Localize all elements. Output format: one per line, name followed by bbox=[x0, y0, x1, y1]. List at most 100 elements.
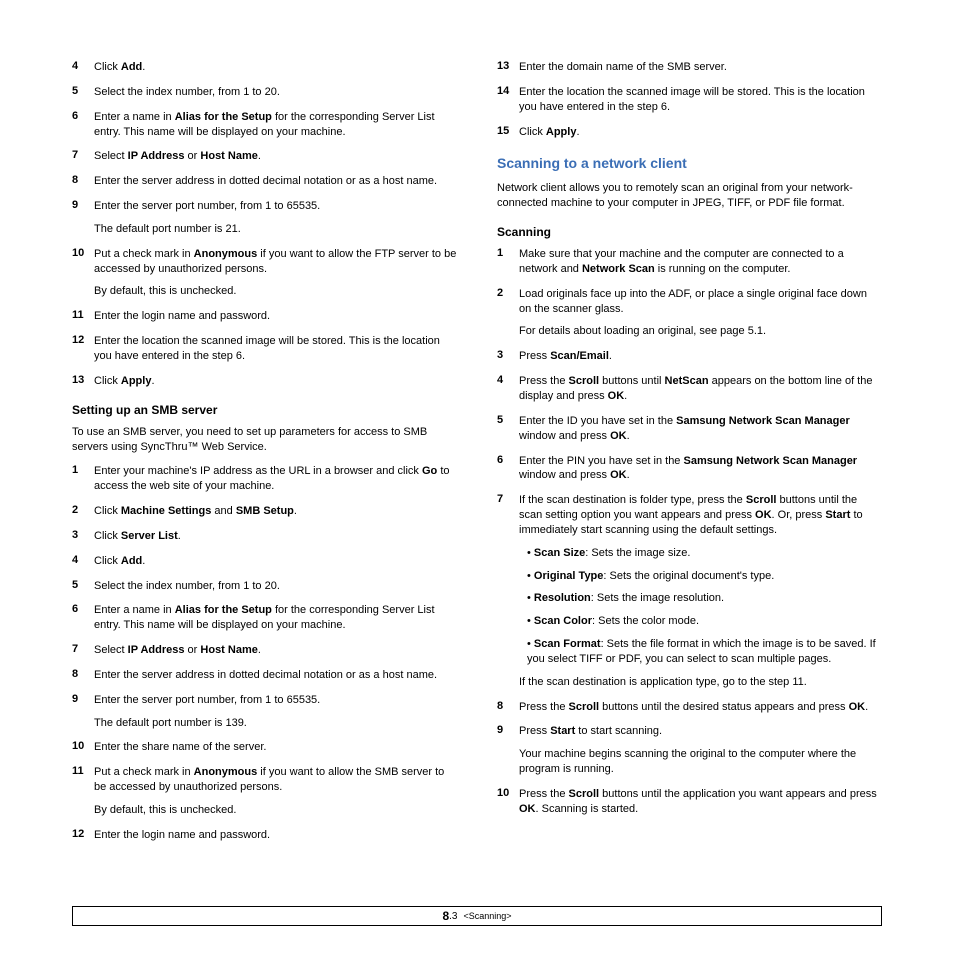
step-item: 10Press the Scroll buttons until the app… bbox=[497, 787, 882, 817]
step-number: 9 bbox=[497, 724, 519, 777]
step-text: Press Scan/Email. bbox=[519, 349, 882, 364]
step-item: 8Enter the server address in dotted deci… bbox=[72, 668, 457, 683]
step-item: 12Enter the login name and password. bbox=[72, 828, 457, 843]
step-text: Press the Scroll buttons until NetScan a… bbox=[519, 374, 882, 404]
page-number-major: 8 bbox=[442, 909, 449, 923]
step-number: 1 bbox=[72, 464, 94, 494]
step-item: 7Select IP Address or Host Name. bbox=[72, 643, 457, 658]
step-text: Enter a name in Alias for the Setup for … bbox=[94, 110, 457, 140]
step-item: 13Enter the domain name of the SMB serve… bbox=[497, 60, 882, 75]
step-text: Enter the location the scanned image wil… bbox=[519, 85, 882, 115]
step-text: Enter the share name of the server. bbox=[94, 740, 457, 755]
step-item: 3Press Scan/Email. bbox=[497, 349, 882, 364]
step-item: 7Select IP Address or Host Name. bbox=[72, 149, 457, 164]
step-number: 6 bbox=[72, 603, 94, 633]
step-item: 15Click Apply. bbox=[497, 125, 882, 140]
step-number: 4 bbox=[72, 60, 94, 75]
bullet-item: Scan Color: Sets the color mode. bbox=[519, 614, 882, 629]
step-number: 8 bbox=[72, 174, 94, 189]
step-text: Enter the server address in dotted decim… bbox=[94, 174, 457, 189]
step-number: 2 bbox=[497, 287, 519, 340]
step-text: Enter the location the scanned image wil… bbox=[94, 334, 457, 364]
step-text: Press the Scroll buttons until the appli… bbox=[519, 787, 882, 817]
step-item: 2Load originals face up into the ADF, or… bbox=[497, 287, 882, 340]
step-subtext: The default port number is 139. bbox=[94, 716, 457, 731]
step-item: 3Click Server List. bbox=[72, 529, 457, 544]
step-text: Enter the login name and password. bbox=[94, 828, 457, 843]
page-footer: 8.3 <Scanning> bbox=[72, 906, 882, 926]
scanning-steps: 1Make sure that your machine and the com… bbox=[497, 247, 882, 817]
right-column: 13Enter the domain name of the SMB serve… bbox=[497, 60, 882, 853]
step-text: Press the Scroll buttons until the desir… bbox=[519, 700, 882, 715]
chapter-label: <Scanning> bbox=[463, 911, 511, 921]
step-number: 15 bbox=[497, 125, 519, 140]
step-item: 9Enter the server port number, from 1 to… bbox=[72, 199, 457, 237]
step-item: 8Enter the server address in dotted deci… bbox=[72, 174, 457, 189]
step-number: 13 bbox=[72, 374, 94, 389]
step-number: 6 bbox=[497, 454, 519, 484]
step-text: Select IP Address or Host Name. bbox=[94, 643, 457, 658]
step-item: 2Click Machine Settings and SMB Setup. bbox=[72, 504, 457, 519]
step-item: 6Enter a name in Alias for the Setup for… bbox=[72, 110, 457, 140]
step-number: 6 bbox=[72, 110, 94, 140]
step-text: Put a check mark in Anonymous if you wan… bbox=[94, 765, 457, 818]
step-item: 6Enter the PIN you have set in the Samsu… bbox=[497, 454, 882, 484]
step-item: 4Click Add. bbox=[72, 60, 457, 75]
step-number: 2 bbox=[72, 504, 94, 519]
bullet-item: Scan Format: Sets the file format in whi… bbox=[519, 637, 882, 667]
step-number: 12 bbox=[72, 828, 94, 843]
step-text: Enter the server port number, from 1 to … bbox=[94, 693, 457, 731]
step-text: Click Server List. bbox=[94, 529, 457, 544]
step-text: Click Machine Settings and SMB Setup. bbox=[94, 504, 457, 519]
step-number: 9 bbox=[72, 693, 94, 731]
smb-heading: Setting up an SMB server bbox=[72, 403, 457, 417]
step-item: 10Put a check mark in Anonymous if you w… bbox=[72, 247, 457, 300]
step-number: 5 bbox=[72, 579, 94, 594]
step-subtext: If the scan destination is application t… bbox=[519, 675, 882, 690]
step-text: Click Apply. bbox=[519, 125, 882, 140]
step-item: 4Click Add. bbox=[72, 554, 457, 569]
step-number: 12 bbox=[72, 334, 94, 364]
step-subtext: By default, this is unchecked. bbox=[94, 803, 457, 818]
step-item: 5Enter the ID you have set in the Samsun… bbox=[497, 414, 882, 444]
step-number: 7 bbox=[497, 493, 519, 689]
step-item: 5Select the index number, from 1 to 20. bbox=[72, 579, 457, 594]
step-number: 13 bbox=[497, 60, 519, 75]
network-client-heading: Scanning to a network client bbox=[497, 155, 882, 171]
step-item: 10Enter the share name of the server. bbox=[72, 740, 457, 755]
step-text: Enter your machine's IP address as the U… bbox=[94, 464, 457, 494]
step-number: 5 bbox=[72, 85, 94, 100]
step-number: 8 bbox=[497, 700, 519, 715]
step-number: 10 bbox=[497, 787, 519, 817]
step-number: 5 bbox=[497, 414, 519, 444]
step-number: 11 bbox=[72, 309, 94, 324]
step-text: Click Add. bbox=[94, 60, 457, 75]
step-text: Select IP Address or Host Name. bbox=[94, 149, 457, 164]
step-item: 4Press the Scroll buttons until NetScan … bbox=[497, 374, 882, 404]
step-item: 11Enter the login name and password. bbox=[72, 309, 457, 324]
step-number: 11 bbox=[72, 765, 94, 818]
step-number: 4 bbox=[497, 374, 519, 404]
step-number: 10 bbox=[72, 247, 94, 300]
step-item: 12Enter the location the scanned image w… bbox=[72, 334, 457, 364]
step-item: 9Press Start to start scanning.Your mach… bbox=[497, 724, 882, 777]
step-subtext: Your machine begins scanning the origina… bbox=[519, 747, 882, 777]
step-number: 7 bbox=[72, 149, 94, 164]
step-bullets: Scan Size: Sets the image size.Original … bbox=[519, 546, 882, 667]
step-text: Select the index number, from 1 to 20. bbox=[94, 85, 457, 100]
bullet-item: Original Type: Sets the original documen… bbox=[519, 569, 882, 584]
step-text: Enter the server address in dotted decim… bbox=[94, 668, 457, 683]
step-number: 4 bbox=[72, 554, 94, 569]
scanning-heading: Scanning bbox=[497, 225, 882, 239]
two-column-layout: 4Click Add.5Select the index number, fro… bbox=[72, 60, 882, 853]
step-number: 3 bbox=[497, 349, 519, 364]
network-client-intro: Network client allows you to remotely sc… bbox=[497, 181, 882, 211]
step-number: 7 bbox=[72, 643, 94, 658]
step-number: 1 bbox=[497, 247, 519, 277]
step-item: 1Enter your machine's IP address as the … bbox=[72, 464, 457, 494]
step-item: 6Enter a name in Alias for the Setup for… bbox=[72, 603, 457, 633]
left-column: 4Click Add.5Select the index number, fro… bbox=[72, 60, 457, 853]
step-text: Click Add. bbox=[94, 554, 457, 569]
step-text: Make sure that your machine and the comp… bbox=[519, 247, 882, 277]
smb-intro: To use an SMB server, you need to set up… bbox=[72, 425, 457, 455]
